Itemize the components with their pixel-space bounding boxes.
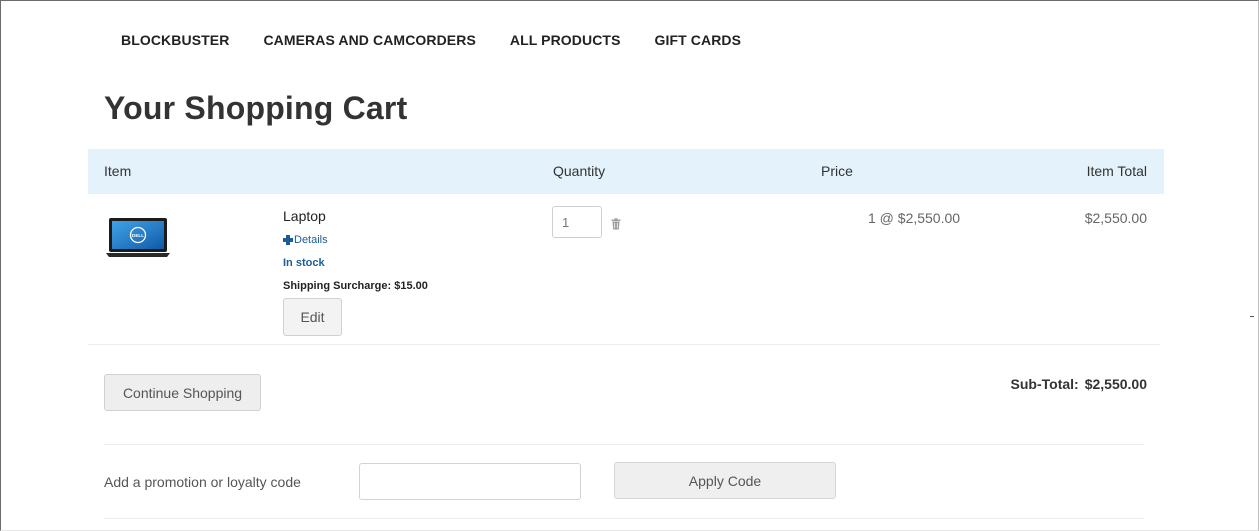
promo-code-label: Add a promotion or loyalty code: [104, 474, 301, 490]
column-header-item: Item: [104, 163, 132, 179]
laptop-image[interactable]: DELL: [106, 217, 170, 259]
row-divider: [88, 344, 1160, 345]
trash-icon[interactable]: [610, 218, 622, 230]
quantity-input[interactable]: [552, 206, 602, 238]
nav-link-cameras-and-camcorders[interactable]: CAMERAS AND CAMCORDERS: [263, 32, 475, 48]
section-divider: [104, 444, 1144, 445]
page-title: Your Shopping Cart: [104, 90, 408, 126]
nav-link-blockbuster[interactable]: BLOCKBUSTER: [121, 32, 229, 48]
nav-link-all-products[interactable]: ALL PRODUCTS: [510, 32, 621, 48]
browser-frame: [0, 0, 1259, 531]
promo-code-input[interactable]: [359, 463, 581, 500]
edit-button[interactable]: Edit: [283, 298, 342, 336]
subtotal: Sub-Total: $2,550.00: [1011, 376, 1147, 392]
subtotal-value: $2,550.00: [1084, 376, 1147, 392]
apply-code-button[interactable]: Apply Code: [614, 462, 836, 499]
svg-text:DELL: DELL: [132, 233, 144, 238]
shipping-surcharge: Shipping Surcharge: $15.00: [283, 280, 428, 292]
details-link[interactable]: Details: [283, 234, 328, 246]
cart-table-header: Item Quantity Price Item Total: [88, 149, 1164, 194]
plus-icon: [283, 235, 293, 245]
footer-divider: [104, 518, 1144, 519]
nav-link-gift-cards[interactable]: GIFT CARDS: [655, 32, 742, 48]
subtotal-label: Sub-Total:: [1010, 376, 1079, 392]
column-header-price: Price: [821, 163, 853, 179]
product-name[interactable]: Laptop: [283, 208, 326, 224]
column-header-item-total: Item Total: [1086, 163, 1147, 179]
column-header-quantity: Quantity: [553, 163, 606, 179]
stock-status: In stock: [283, 257, 325, 269]
scroll-marker: [1250, 316, 1254, 317]
item-total: $2,550.00: [1084, 210, 1147, 226]
details-label: Details: [294, 234, 328, 246]
continue-shopping-button[interactable]: Continue Shopping: [104, 374, 261, 411]
unit-price: 1 @ $2,550.00: [868, 210, 961, 226]
top-navigation: BLOCKBUSTER CAMERAS AND CAMCORDERS ALL P…: [121, 32, 775, 48]
